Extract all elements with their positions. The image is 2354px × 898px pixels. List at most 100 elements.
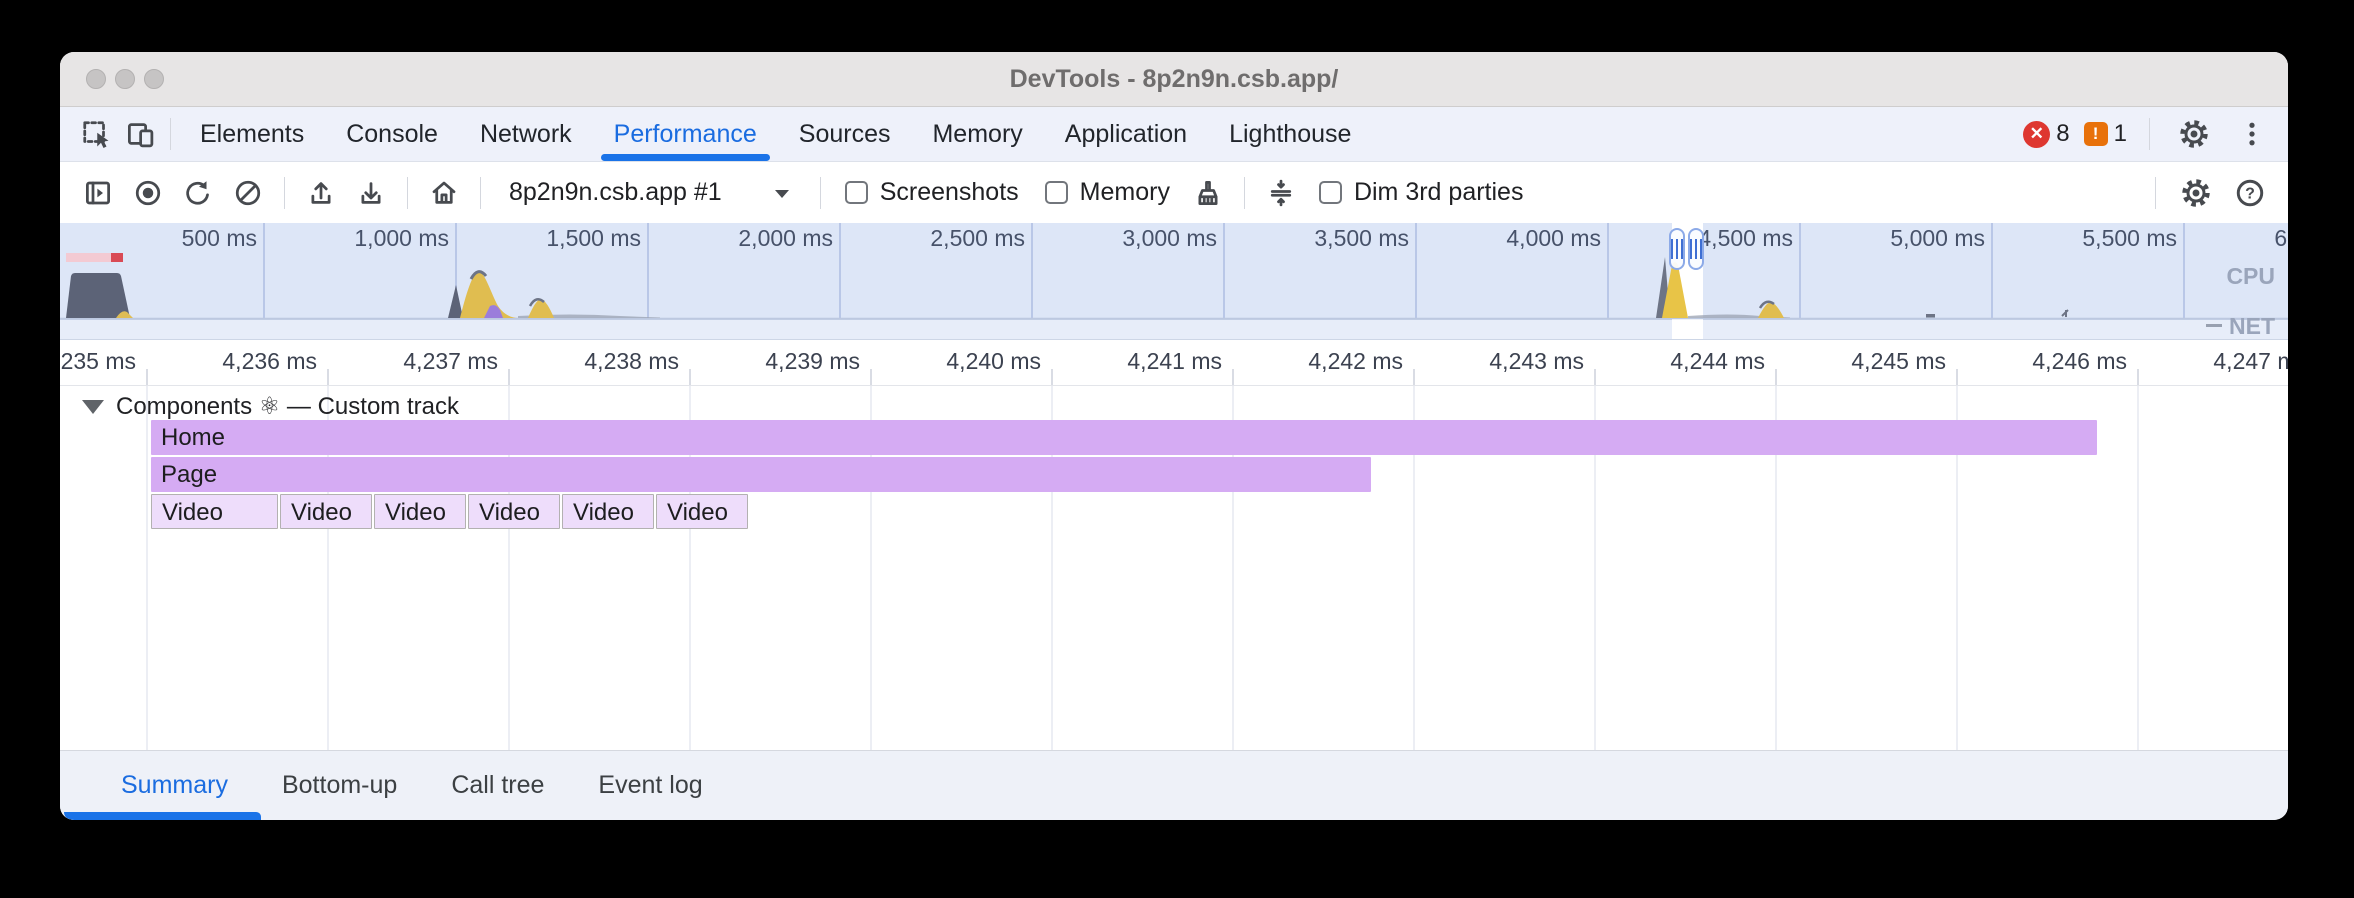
title-bar: DevTools - 8p2n9n.csb.app/ <box>60 52 2288 107</box>
overview-ruler-label: 1,500 ms <box>481 225 641 252</box>
save-profile-button[interactable] <box>349 171 393 215</box>
dim-3rd-parties-label: Dim 3rd parties <box>1354 178 1524 207</box>
target-selector[interactable]: 8p2n9n.csb.app #1 <box>495 178 806 207</box>
timing-bar[interactable]: Page <box>151 457 1371 492</box>
timing-bar[interactable]: Video <box>151 494 278 529</box>
svg-text:?: ? <box>2245 185 2255 202</box>
collapse-triangle-icon <box>82 400 104 414</box>
overview-ruler-label: 6,000 ms <box>2209 225 2288 252</box>
reload-icon <box>183 178 213 208</box>
upload-icon <box>306 178 336 208</box>
chevron-down-icon <box>772 186 792 200</box>
collect-garbage-button[interactable] <box>1186 171 1230 215</box>
toggle-sidebar-button[interactable] <box>76 171 120 215</box>
bottom-tab-bar: SummaryBottom-upCall treeEvent log <box>60 750 2288 820</box>
detail-time-ruler: 4,235 ms4,236 ms4,237 ms4,238 ms4,239 ms… <box>60 340 2288 386</box>
help-icon: ? <box>2234 177 2266 209</box>
overview-ruler-label: 1,000 ms <box>289 225 449 252</box>
collapse-icon <box>1266 178 1296 208</box>
panel-tab[interactable]: Performance <box>593 107 778 161</box>
devtools-window: DevTools - 8p2n9n.csb.app/ ElementsConso… <box>60 52 2288 820</box>
download-icon <box>356 178 386 208</box>
clear-icon <box>233 178 263 208</box>
panel-tabs: ElementsConsoleNetworkPerformanceSources… <box>179 107 1372 161</box>
net-strip-label: NET <box>2229 313 2275 340</box>
home-icon <box>429 178 459 208</box>
screenshots-checkbox[interactable]: Screenshots <box>845 178 1019 207</box>
overview-ruler-label: 5,000 ms <box>1825 225 1985 252</box>
broom-icon <box>1193 178 1223 208</box>
detail-tab[interactable]: Summary <box>94 751 255 820</box>
divider <box>2149 118 2150 150</box>
clear-button[interactable] <box>226 171 270 215</box>
kebab-menu-icon <box>2237 119 2267 149</box>
detail-tab[interactable]: Call tree <box>424 751 571 820</box>
panel-tab[interactable]: Elements <box>179 107 325 161</box>
load-profile-button[interactable] <box>299 171 343 215</box>
timing-bar[interactable]: Video <box>656 494 748 529</box>
divider <box>170 118 171 150</box>
zoom-window-handle-left[interactable] <box>1669 228 1685 270</box>
ruler-label: 4,245 ms <box>1786 348 1946 375</box>
warning-count: 1 <box>2114 120 2127 148</box>
gear-icon <box>2178 118 2210 150</box>
overview-ruler-label: 2,500 ms <box>865 225 1025 252</box>
detail-tabs: SummaryBottom-upCall treeEvent log <box>94 751 730 820</box>
divider <box>1244 177 1245 209</box>
collapse-chart-button[interactable] <box>1259 171 1303 215</box>
panel-tab[interactable]: Application <box>1044 107 1208 161</box>
custom-track-title: Components ⚛ — Custom track <box>116 392 459 421</box>
window-title: DevTools - 8p2n9n.csb.app/ <box>60 65 2288 94</box>
timing-bar[interactable]: Video <box>374 494 466 529</box>
checkbox-box <box>1319 181 1342 204</box>
ruler-label: 4,242 ms <box>1243 348 1403 375</box>
error-icon: ✕ <box>2023 121 2050 148</box>
detail-tab[interactable]: Event log <box>571 751 729 820</box>
timing-bar[interactable]: Home <box>151 420 2097 455</box>
toggle-device-toolbar-button[interactable] <box>118 112 162 156</box>
overview-ruler-label: 3,500 ms <box>1249 225 1409 252</box>
detail-tab[interactable]: Bottom-up <box>255 751 424 820</box>
panel-tab[interactable]: Console <box>325 107 459 161</box>
memory-checkbox[interactable]: Memory <box>1045 178 1170 207</box>
flame-chart-area[interactable]: Components ⚛ — Custom track Home Page Vi… <box>60 386 2288 750</box>
overview-ruler-label: 4,500 ms <box>1633 225 1793 252</box>
divider <box>480 177 481 209</box>
divider <box>2155 177 2156 209</box>
console-warning-badge[interactable]: ! 1 <box>2084 120 2127 148</box>
help-button[interactable]: ? <box>2228 171 2272 215</box>
ruler-label: 4,240 ms <box>881 348 1041 375</box>
panel-tab[interactable]: Memory <box>911 107 1043 161</box>
timing-bar[interactable]: Video <box>280 494 372 529</box>
ruler-label: 4,238 ms <box>519 348 679 375</box>
timing-bar[interactable]: Video <box>468 494 560 529</box>
performance-settings-button[interactable] <box>2174 171 2218 215</box>
custom-track-header[interactable]: Components ⚛ — Custom track <box>82 392 459 421</box>
overview-ruler-label: 500 ms <box>97 225 257 252</box>
panel-tab[interactable]: Sources <box>778 107 912 161</box>
settings-button[interactable] <box>2172 112 2216 156</box>
track-row-page: Page <box>60 457 2288 492</box>
timeline-overview[interactable]: 500 ms1,000 ms1,500 ms2,000 ms2,500 ms3,… <box>60 223 2288 340</box>
live-metrics-button[interactable] <box>422 171 466 215</box>
inspect-element-button[interactable] <box>74 112 118 156</box>
overview-ruler-label: 3,000 ms <box>1057 225 1217 252</box>
network-strip <box>60 319 2288 340</box>
record-and-reload-button[interactable] <box>176 171 220 215</box>
more-options-button[interactable] <box>2230 112 2274 156</box>
timing-bar[interactable]: Video <box>562 494 654 529</box>
overview-ruler-label: 5,500 ms <box>2017 225 2177 252</box>
console-error-badge[interactable]: ✕ 8 <box>2023 120 2069 148</box>
ruler-label: 4,241 ms <box>1062 348 1222 375</box>
record-button[interactable] <box>126 171 170 215</box>
panel-tab[interactable]: Network <box>459 107 593 161</box>
cpu-strip-label: CPU <box>2226 263 2275 290</box>
device-toolbar-icon <box>125 119 155 149</box>
ruler-label: 4,237 ms <box>338 348 498 375</box>
zoom-window-handle-right[interactable] <box>1688 228 1704 270</box>
dim-3rd-parties-checkbox[interactable]: Dim 3rd parties <box>1319 178 1524 207</box>
panel-tab[interactable]: Lighthouse <box>1208 107 1372 161</box>
devtools-tab-bar: ElementsConsoleNetworkPerformanceSources… <box>60 107 2288 162</box>
ruler-label: 4,244 ms <box>1605 348 1765 375</box>
divider <box>284 177 285 209</box>
